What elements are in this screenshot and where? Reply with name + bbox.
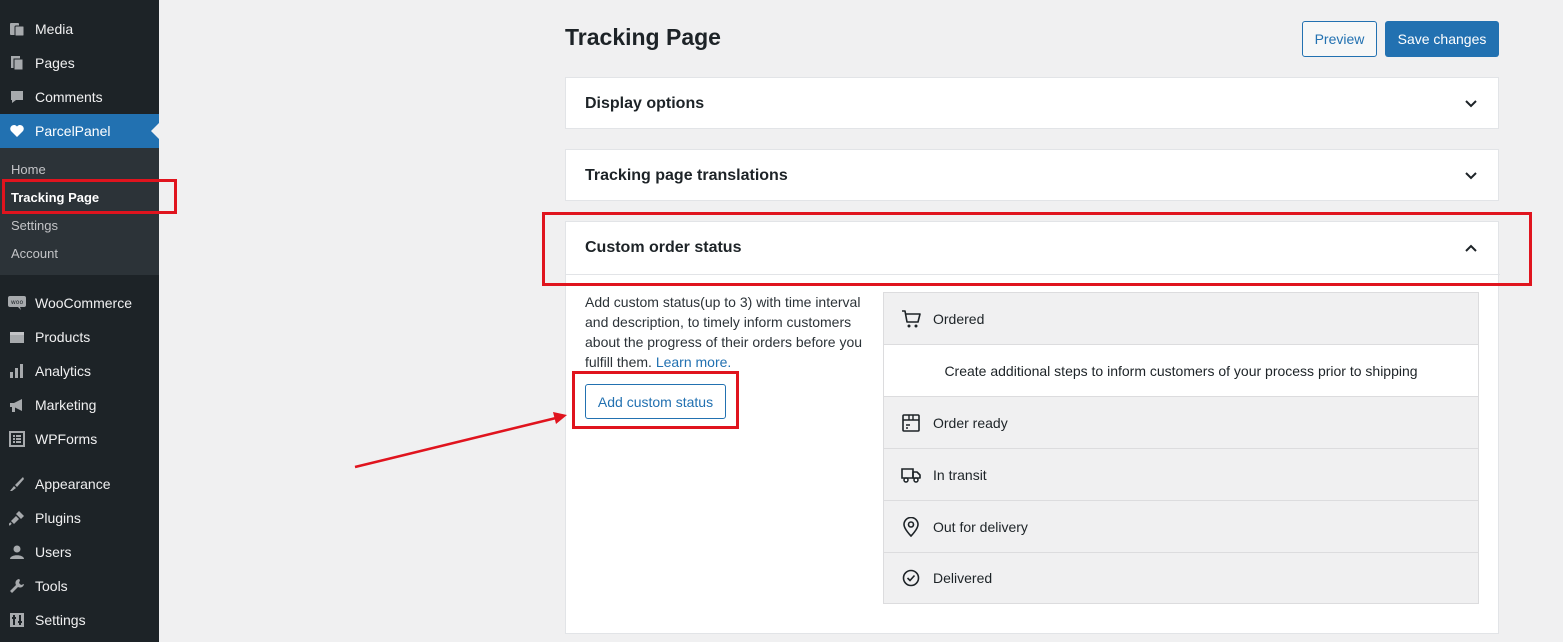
annotation-arrow-icon [354, 412, 567, 469]
